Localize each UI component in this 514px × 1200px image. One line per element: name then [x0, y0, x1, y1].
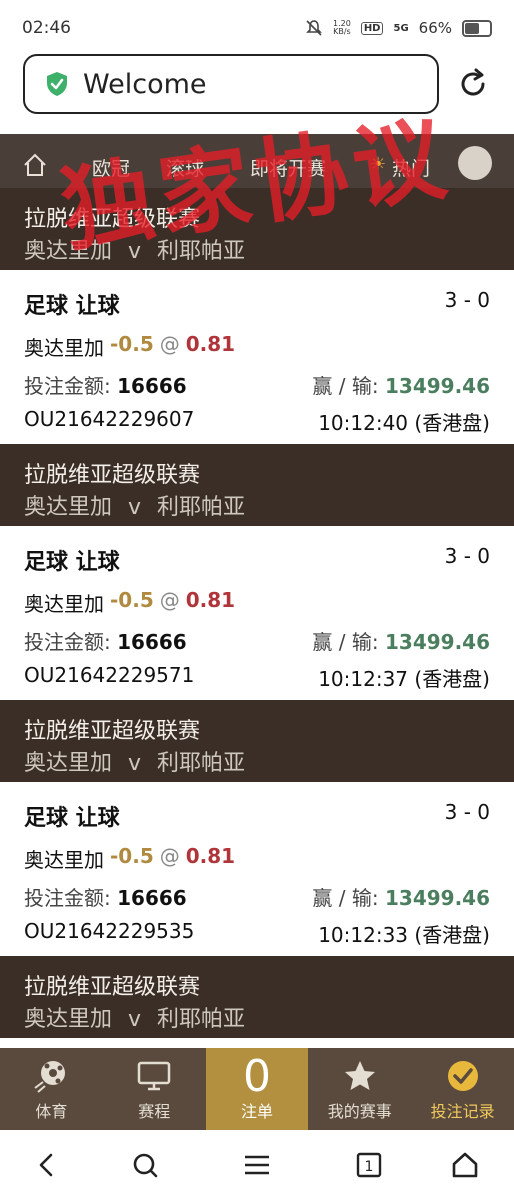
handicap: -0.5 [110, 588, 154, 612]
status-icons: 1.20 KB/s HD 5G 66% [305, 19, 492, 37]
score: 3 - 0 [444, 288, 490, 312]
league-name: 拉脱维亚超级联赛 [24, 975, 201, 1000]
handicap: -0.5 [110, 844, 154, 868]
winloss: 13499.46 [384, 374, 490, 398]
fire-icon: ☀ [370, 154, 387, 175]
home-icon[interactable] [450, 1150, 480, 1180]
stake-label: 投注金额: [24, 374, 111, 398]
odds: 0.81 [185, 332, 236, 356]
avatar[interactable] [458, 146, 492, 180]
nav-hot[interactable]: 热门 [392, 154, 430, 181]
tabs-icon[interactable]: 1 [354, 1150, 384, 1180]
match-teams: 奥达里加 v 利耶帕亚 [24, 751, 246, 776]
slip-count: 0 [242, 1051, 271, 1102]
check-circle-icon [447, 1061, 478, 1091]
league-header: 拉脱维亚超级联赛 奥达里加 v 利耶帕亚 [0, 444, 514, 526]
odds: 0.81 [185, 588, 236, 612]
league-name: 拉脱维亚超级联赛 [24, 463, 201, 488]
score: 3 - 0 [444, 800, 490, 824]
bet-card[interactable]: 足球 让球 3 - 0 奥达里加 -0.5 @0.81 投注金额: 16666 赢 / … [0, 526, 514, 700]
bet-time: 10:12:40 (香港盘) [318, 411, 490, 435]
winloss-label: 赢 / 输: [312, 374, 379, 398]
reload-icon[interactable] [455, 66, 491, 102]
stake: 16666 [117, 886, 187, 910]
bet-id: OU21642229571 [24, 663, 195, 687]
battery-icon [462, 19, 492, 37]
clock: 02:46 [22, 18, 71, 38]
league-name: 拉脱维亚超级联赛 [24, 207, 201, 232]
winloss: 13499.46 [384, 886, 490, 910]
signal-icon: 5G [393, 22, 409, 34]
home-icon[interactable] [22, 152, 48, 178]
nav-live[interactable]: 滚球 [166, 154, 204, 181]
stake: 16666 [117, 630, 187, 654]
bet-time: 10:12:37 (香港盘) [318, 667, 490, 691]
winloss-label: 赢 / 输: [312, 630, 379, 654]
winloss-label: 赢 / 输: [312, 886, 379, 910]
hd-badge: HD [360, 21, 384, 35]
pick: 奥达里加 [24, 848, 104, 872]
status-bar: 02:46 1.20 KB/s HD 5G 66% [0, 0, 514, 56]
bet-card[interactable]: 足球 让球 3 - 0 奥达里加 -0.5 @0.81 投注金额: 16666 赢 / … [0, 270, 514, 444]
odds: 0.81 [185, 844, 236, 868]
nav-champions-league[interactable]: 欧冠 [92, 154, 130, 181]
bet-type: 足球 让球 [24, 550, 120, 575]
soccer-ball-icon [34, 1061, 66, 1093]
stake-label: 投注金额: [24, 886, 111, 910]
back-icon[interactable] [32, 1150, 62, 1180]
battery-percent: 66% [418, 19, 452, 37]
mute-icon [306, 20, 322, 36]
stake-label: 投注金额: [24, 630, 111, 654]
handicap: -0.5 [110, 332, 154, 356]
bet-time: 10:12:33 (香港盘) [318, 923, 490, 947]
page-title: Welcome [83, 68, 207, 100]
bet-type: 足球 让球 [24, 294, 120, 319]
bet-id: OU21642229535 [24, 919, 195, 943]
pick: 奥达里加 [24, 336, 104, 360]
search-icon[interactable] [130, 1150, 160, 1180]
shield-check-icon [47, 72, 67, 96]
star-icon [344, 1061, 375, 1090]
bottom-nav: 体育 赛程 0 注单 我的赛事 投注记录 [0, 1048, 514, 1130]
nav-upcoming[interactable]: 即将开赛 [250, 154, 326, 181]
league-header: 拉脱维亚超级联赛 奥达里加 v 利耶帕亚 [0, 700, 514, 782]
menu-icon[interactable] [242, 1150, 272, 1180]
monitor-icon [137, 1061, 171, 1091]
pick: 奥达里加 [24, 592, 104, 616]
league-name: 拉脱维亚超级联赛 [24, 719, 201, 744]
tab-bet-records[interactable]: 投注记录 [411, 1048, 514, 1130]
bet-type: 足球 让球 [24, 806, 120, 831]
match-teams: 奥达里加 v 利耶帕亚 [24, 239, 246, 264]
tab-bet-slip[interactable]: 0 注单 [205, 1048, 309, 1130]
winloss: 13499.46 [384, 630, 490, 654]
net-speed: 1.20 KB/s [333, 19, 351, 36]
bet-id: OU21642229607 [24, 407, 195, 431]
league-header: 拉脱维亚超级联赛 奥达里加 v 利耶帕亚 [0, 956, 514, 1038]
match-teams: 奥达里加 v 利耶帕亚 [24, 495, 246, 520]
match-teams: 奥达里加 v 利耶帕亚 [24, 1007, 246, 1032]
system-nav: 1 [0, 1130, 514, 1200]
tab-schedule[interactable]: 赛程 [103, 1048, 206, 1130]
stake: 16666 [117, 374, 187, 398]
league-header: 拉脱维亚超级联赛 奥达里加 v 利耶帕亚 [0, 188, 514, 270]
tab-sports[interactable]: 体育 [0, 1048, 103, 1130]
bet-card[interactable]: 足球 让球 3 - 0 奥达里加 -0.5 @0.81 投注金额: 16666 赢 / … [0, 782, 514, 956]
tab-my-matches[interactable]: 我的赛事 [308, 1048, 411, 1130]
score: 3 - 0 [444, 544, 490, 568]
address-bar[interactable]: Welcome [23, 54, 439, 114]
svg-text:1: 1 [365, 1159, 374, 1175]
